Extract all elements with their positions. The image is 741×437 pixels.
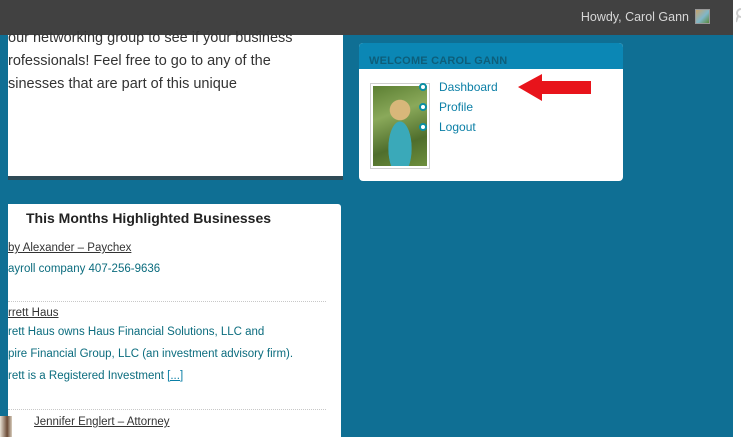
business-name-link[interactable]: Jennifer Englert – Attorney: [34, 416, 354, 428]
business-name-link[interactable]: rrett Haus: [8, 307, 328, 319]
bullet-icon: [419, 83, 427, 91]
divider: [8, 301, 326, 302]
divider: [8, 409, 326, 410]
account-menu[interactable]: Howdy, Carol Gann: [581, 9, 710, 24]
howdy-label[interactable]: Howdy, Carol Gann: [581, 10, 689, 24]
list-item: rrett Haus rett Haus owns Haus Financial…: [8, 307, 328, 387]
content-panel: our networking group to see if your busi…: [8, 30, 343, 180]
business-name-link[interactable]: by Alexander – Paychex: [8, 242, 328, 254]
business-desc: ayroll company 407-256-9636: [8, 263, 161, 275]
business-thumbnail: [0, 416, 12, 437]
bullet-icon: [419, 103, 427, 111]
link-row-logout: Logout: [419, 117, 498, 137]
account-links: Dashboard Profile Logout: [419, 77, 498, 137]
welcome-title: WELCOME CAROL GANN: [369, 55, 508, 67]
page: Howdy, Carol Gann our networking group t…: [0, 0, 741, 437]
page-edge: [733, 0, 741, 437]
intro-line: sinesses that are part of this unique: [8, 76, 237, 92]
highlighted-businesses-card: This Months Highlighted Businesses by Al…: [8, 204, 341, 437]
intro-line: our networking group to see if your busi…: [8, 30, 293, 46]
intro-line: rofessionals! Feel free to go to any of …: [8, 53, 271, 69]
search-icon[interactable]: [736, 8, 741, 24]
profile-link[interactable]: Profile: [439, 100, 473, 114]
link-row-dashboard: Dashboard: [419, 77, 498, 97]
dashboard-link[interactable]: Dashboard: [439, 80, 498, 94]
welcome-header: WELCOME CAROL GANN: [359, 43, 623, 69]
business-desc: rett is a Registered Investment [...]: [8, 365, 328, 387]
list-item: Jennifer Englert – Attorney: [34, 416, 354, 428]
business-desc: pire Financial Group, LLC (an investment…: [8, 348, 294, 360]
red-arrow-icon: [518, 74, 591, 101]
welcome-widget: WELCOME CAROL GANN Dashboard Profile Log…: [359, 43, 623, 181]
link-row-profile: Profile: [419, 97, 498, 117]
intro-text: our networking group to see if your busi…: [8, 27, 338, 96]
list-item: by Alexander – Paychex ayroll company 40…: [8, 242, 328, 280]
bullet-icon: [419, 123, 427, 131]
user-avatar-icon[interactable]: [695, 9, 710, 24]
business-desc: rett Haus owns Haus Financial Solutions,…: [8, 326, 265, 338]
logout-link[interactable]: Logout: [439, 120, 476, 134]
business-desc-text: rett is a Registered Investment: [8, 370, 164, 382]
read-more-link[interactable]: [...]: [167, 370, 183, 382]
businesses-title: This Months Highlighted Businesses: [26, 210, 272, 226]
